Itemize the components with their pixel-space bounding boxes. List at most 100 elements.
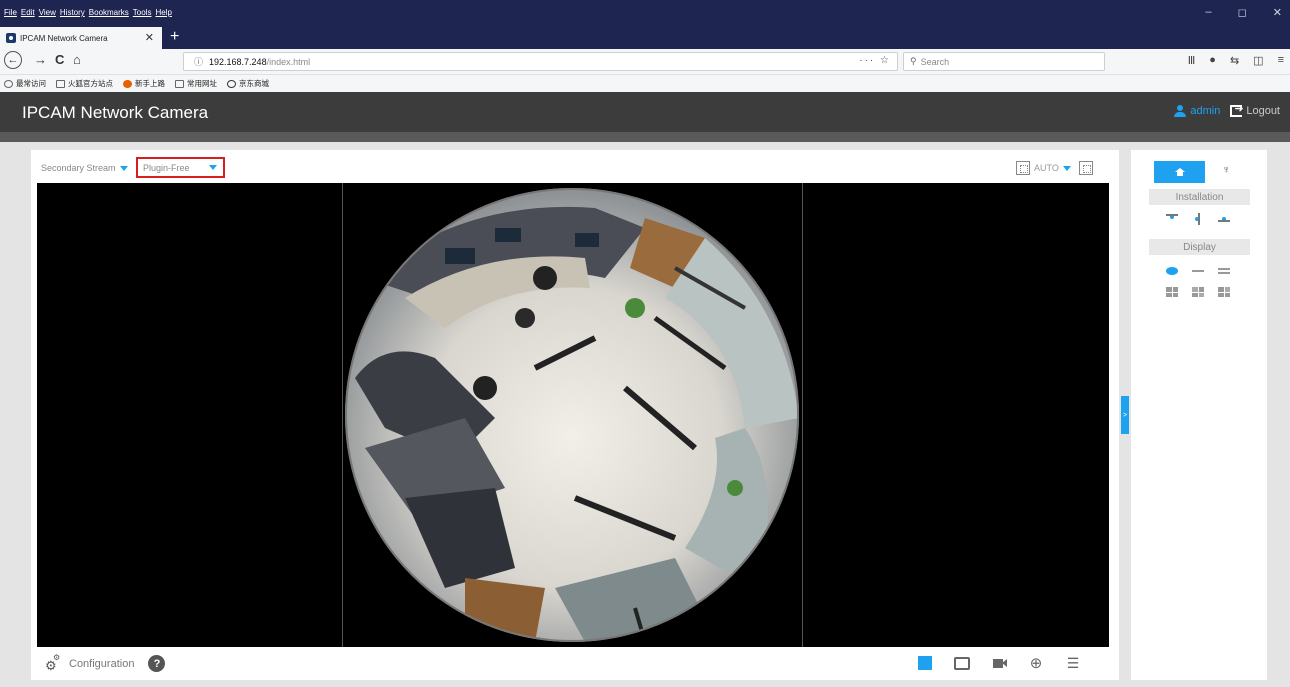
aspect-ratio-value: AUTO — [1034, 163, 1059, 173]
desktop-mount-icon[interactable] — [1218, 213, 1230, 223]
sidebar-icon[interactable]: ◫ — [1253, 54, 1263, 67]
menu-bookmarks[interactable]: Bookmarks — [89, 8, 129, 17]
fisheye-control-panel — [1131, 150, 1267, 680]
browser-tab[interactable]: IPCAM Network Camera ✕ — [0, 27, 162, 49]
double-panorama-icon[interactable] — [1218, 266, 1230, 276]
bottom-toolbar-left: Configuration ? — [45, 653, 166, 674]
chat-icon[interactable]: ● — [1209, 54, 1216, 67]
window-controls: – ◻ ✕ — [1206, 6, 1282, 19]
display-section-label: Display — [1149, 239, 1250, 255]
reload-button[interactable]: C — [55, 52, 64, 67]
gear-icon — [4, 79, 13, 88]
username-link[interactable]: admin — [1190, 105, 1220, 117]
stream-value: Secondary Stream — [41, 163, 116, 173]
digital-zoom-icon[interactable]: ⊕ — [1028, 655, 1044, 672]
bookmark-label: 火狐官方站点 — [68, 79, 113, 88]
browser-menubar: File Edit View History Bookmarks Tools H… — [0, 0, 1290, 27]
bookmark-jd-mall[interactable]: 京东商城 — [227, 78, 269, 89]
bookmark-firefox-site[interactable]: 火狐官方站点 — [56, 78, 113, 89]
bookmark-label: 最常访问 — [16, 79, 46, 88]
folder-icon — [175, 79, 184, 88]
plugin-mode-dropdown[interactable]: Plugin-Free — [136, 157, 225, 178]
home-icon — [1174, 168, 1185, 176]
fisheye-view-icon[interactable] — [1166, 266, 1178, 276]
app-title: IPCAM Network Camera — [22, 103, 209, 122]
page-actions-icon[interactable]: ··· ☆ — [859, 55, 891, 66]
stop-live-icon[interactable] — [917, 655, 933, 671]
bookmark-label: 京东商城 — [239, 79, 269, 88]
help-icon[interactable]: ? — [148, 655, 166, 672]
chevron-down-icon — [119, 165, 128, 171]
image-settings-icon[interactable]: ☰ — [1065, 655, 1081, 671]
record-video-icon[interactable] — [991, 655, 1007, 671]
library-icon[interactable]: Ⅲ — [1188, 54, 1196, 67]
installation-section-label: Installation — [1149, 189, 1250, 205]
menu-edit[interactable]: Edit — [21, 8, 35, 17]
menu-help[interactable]: Help — [155, 8, 171, 17]
new-tab-button[interactable]: + — [170, 28, 179, 46]
bookmark-common-sites[interactable]: 常用网址 — [175, 78, 217, 89]
menu-history[interactable]: History — [60, 8, 85, 17]
camera-favicon-icon — [6, 33, 16, 43]
url-path: /index.html — [266, 56, 311, 67]
stream-dropdown[interactable]: Secondary Stream — [41, 163, 128, 173]
plugin-mode-value: Plugin-Free — [143, 162, 190, 173]
wall-mount-icon[interactable] — [1192, 213, 1204, 225]
snapshot-camera-icon[interactable] — [954, 655, 970, 671]
configuration-link[interactable]: Configuration — [69, 658, 134, 670]
browser-tabbar: IPCAM Network Camera ✕ + — [0, 27, 1290, 49]
ceiling-mount-icon[interactable] — [1166, 213, 1178, 223]
search-input[interactable]: ⚲ Search — [903, 52, 1105, 71]
minimize-button[interactable]: – — [1206, 6, 1212, 19]
search-icon: ⚲ — [910, 56, 917, 66]
close-window-button[interactable]: ✕ — [1273, 6, 1282, 19]
menu-view[interactable]: View — [39, 8, 56, 17]
url-host: 192.168.7.248 — [209, 56, 267, 67]
bookmarks-bar: 最常访问 火狐官方站点 新手上路 常用网址 京东商城 — [0, 75, 1290, 92]
site-info-icon[interactable]: ⓘ — [194, 55, 203, 68]
browser-toolbar-icons: Ⅲ ● ⇆ ◫ ≡ — [1188, 54, 1284, 67]
tab-close-icon[interactable]: ✕ — [145, 31, 154, 44]
menu-icon[interactable]: ≡ — [1278, 54, 1284, 67]
sync-icon[interactable]: ⇆ — [1230, 54, 1239, 67]
forward-button[interactable]: → — [34, 52, 47, 67]
video-viewport[interactable] — [37, 183, 1109, 647]
home-tab-button[interactable] — [1154, 161, 1205, 183]
configuration-gears-icon[interactable] — [45, 653, 61, 674]
panorama-view-icon[interactable] — [1192, 266, 1204, 276]
chevron-down-icon — [209, 165, 217, 170]
globe-icon — [227, 79, 236, 88]
user-area: admin Logout — [1174, 102, 1280, 117]
logout-button[interactable]: Logout — [1246, 105, 1280, 117]
fisheye-video-image — [345, 188, 799, 642]
quad-view-icon[interactable] — [1166, 287, 1178, 297]
menu-file[interactable]: File — [4, 8, 17, 17]
panel-collapse-handle[interactable]: > — [1121, 396, 1129, 434]
ptz-tab-icon[interactable]: ♆ — [1222, 164, 1230, 176]
bookmark-label: 常用网址 — [187, 79, 217, 88]
user-icon — [1174, 105, 1187, 117]
display-mode-row-2 — [1166, 287, 1230, 297]
maximize-button[interactable]: ◻ — [1238, 6, 1247, 19]
panorama-plus-three-icon[interactable] — [1218, 287, 1230, 297]
fullscreen-icon[interactable] — [1079, 161, 1093, 175]
logout-icon[interactable] — [1230, 102, 1244, 117]
header-divider — [0, 132, 1290, 142]
fisheye-plus-three-icon[interactable] — [1192, 287, 1204, 297]
display-mode-row-1 — [1166, 266, 1230, 276]
browser-navbar: ← → C ⌂ ⓘ 192.168.7.248/index.html ··· ☆… — [0, 49, 1290, 75]
firefox-icon — [123, 79, 132, 88]
bookmark-label: 新手上路 — [135, 79, 165, 88]
chevron-down-icon — [1062, 165, 1071, 171]
aspect-ratio-dropdown[interactable]: AUTO — [1016, 161, 1071, 175]
menu-list: File Edit View History Bookmarks Tools H… — [4, 8, 172, 17]
back-button[interactable]: ← — [4, 51, 22, 69]
url-bar[interactable]: ⓘ 192.168.7.248/index.html ··· ☆ — [183, 52, 898, 71]
bookmark-most-visited[interactable]: 最常访问 — [4, 78, 46, 89]
installation-mode-row — [1166, 213, 1230, 225]
folder-icon — [56, 79, 65, 88]
aspect-ratio-icon — [1016, 161, 1030, 175]
menu-tools[interactable]: Tools — [133, 8, 152, 17]
bookmark-getting-started[interactable]: 新手上路 — [123, 78, 165, 89]
home-button[interactable]: ⌂ — [73, 52, 81, 67]
